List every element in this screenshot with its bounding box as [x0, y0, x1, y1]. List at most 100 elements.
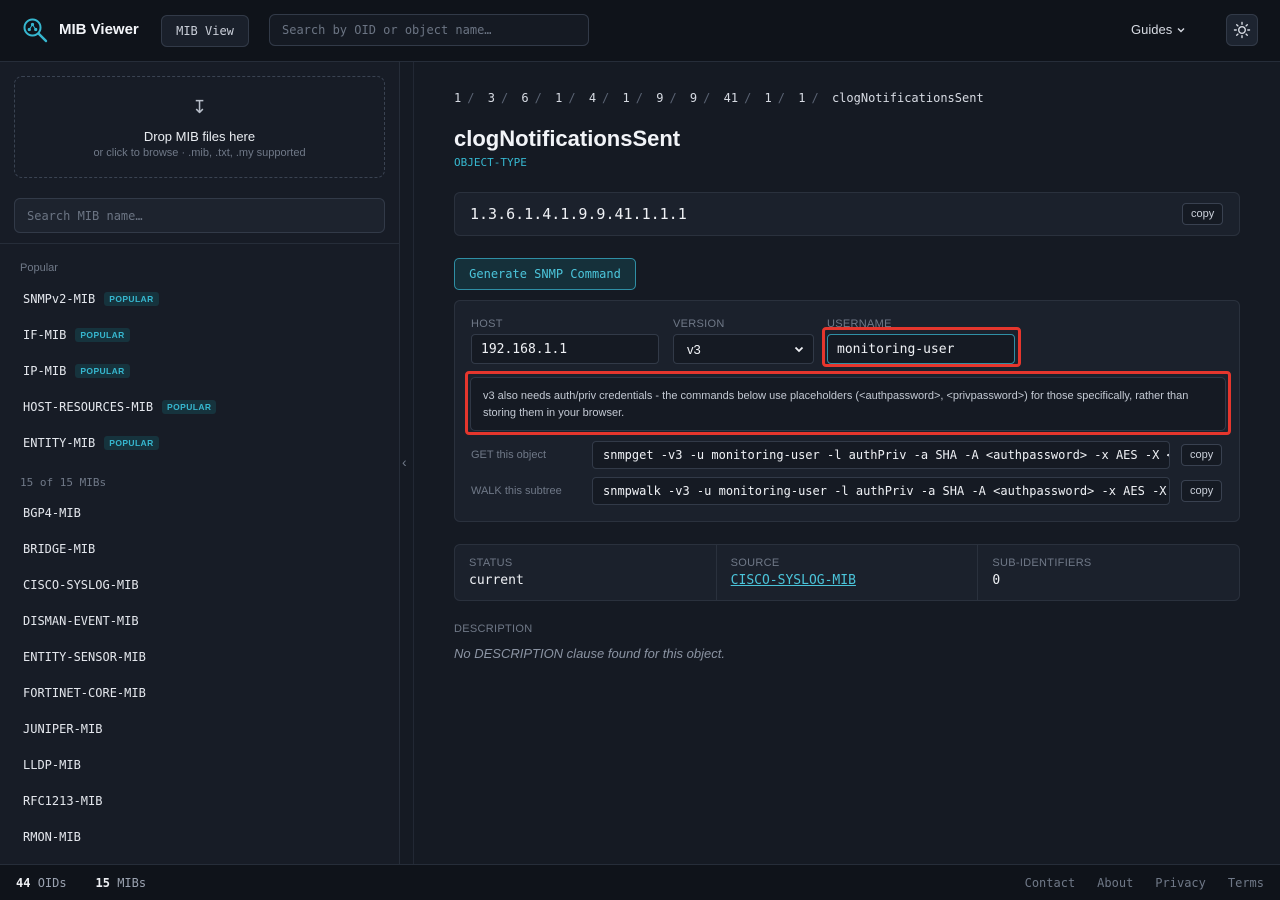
mib-list-item[interactable]: DISMAN-EVENT-MIB — [23, 613, 139, 629]
mib-list-item[interactable]: JUNIPER-MIB — [23, 721, 102, 737]
mib-list-item[interactable]: IF-MIB POPULAR — [23, 327, 130, 343]
footer-link-terms[interactable]: Terms — [1228, 876, 1264, 890]
popular-badge: POPULAR — [75, 364, 130, 378]
breadcrumb-segment[interactable]: 3 — [488, 91, 495, 105]
get-command-label: GET this object — [471, 449, 546, 461]
mib-list-item[interactable]: ENTITY-SENSOR-MIB — [23, 649, 146, 665]
breadcrumb-segment[interactable]: 9 — [656, 91, 663, 105]
mib-name: SNMPv2-MIB — [23, 292, 96, 306]
chevron-down-icon — [794, 346, 804, 353]
mib-list-item[interactable]: RFC1213-MIB — [23, 793, 102, 809]
sidebar-divider — [0, 243, 399, 244]
breadcrumb-segment[interactable]: 1 — [798, 91, 805, 105]
breadcrumb-separator: / — [500, 91, 509, 105]
chevron-left-icon: ‹ — [402, 454, 407, 470]
breadcrumb-current: clogNotificationsSent — [831, 91, 984, 105]
source-cell: SOURCE CISCO-SYSLOG-MIB — [717, 545, 979, 600]
status-cell: STATUS current — [455, 545, 717, 600]
breadcrumb-separator: / — [744, 91, 752, 105]
mib-search-input[interactable] — [14, 198, 385, 233]
mib-list-item[interactable]: CISCO-SYSLOG-MIB — [23, 577, 139, 593]
walk-command-label: WALK this subtree — [471, 485, 562, 497]
sub-identifiers-label: SUB-IDENTIFIERS — [992, 557, 1092, 569]
username-input[interactable] — [827, 334, 1015, 364]
snmp-command-panel: HOST VERSION v3 USERNAME v3 also needs a… — [454, 300, 1240, 522]
breadcrumb-segment[interactable]: 41 — [724, 91, 738, 105]
breadcrumb-segment[interactable]: 1 — [454, 91, 461, 105]
v3-credentials-notice: v3 also needs auth/priv credentials - th… — [470, 377, 1226, 431]
oid-breadcrumb: 1 / 3 / 6 / 1 / 4 / 1 / 9 / 9 / 41 / 1 / 1 / clogNo… — [454, 91, 984, 105]
description-label: DESCRIPTION — [454, 623, 533, 635]
status-footer: 44 OIDs 15 MIBs Contact About Privacy Te… — [0, 864, 1280, 900]
source-label: SOURCE — [730, 557, 780, 569]
theme-toggle-button[interactable] — [1226, 14, 1258, 46]
footer-link-contact[interactable]: Contact — [1025, 876, 1076, 890]
popular-badge: POPULAR — [75, 328, 130, 342]
breadcrumb-segment[interactable]: 1 — [555, 91, 562, 105]
object-name: clogNotificationsSent — [454, 126, 681, 151]
description-text: No DESCRIPTION clause found for this obj… — [454, 646, 725, 661]
source-mib-link[interactable]: CISCO-SYSLOG-MIB — [731, 573, 856, 588]
mib-list-item[interactable]: ENTITY-MIB POPULAR — [23, 435, 159, 451]
breadcrumb-segment[interactable]: 1 — [623, 91, 630, 105]
breadcrumb-separator: / — [467, 91, 475, 105]
mib-count-label: 15 of 15 MIBs — [20, 476, 107, 489]
breadcrumb-segment[interactable]: 4 — [589, 91, 596, 105]
mib-list-item[interactable]: IP-MIB POPULAR — [23, 363, 130, 379]
popular-badge: POPULAR — [162, 400, 217, 414]
download-arrow-icon: ↧ — [191, 97, 208, 117]
sub-identifiers-cell: SUB-IDENTIFIERS 0 — [978, 545, 1239, 600]
version-select[interactable]: v3 — [673, 334, 814, 364]
guides-menu[interactable]: Guides — [1131, 22, 1186, 37]
breadcrumb-segment[interactable]: 6 — [521, 91, 528, 105]
copy-walk-command-button[interactable]: copy — [1181, 480, 1223, 502]
sun-icon — [1233, 21, 1251, 39]
oid-search-input[interactable] — [269, 14, 589, 46]
mib-list-item[interactable]: FORTINET-CORE-MIB — [23, 685, 146, 701]
generate-snmp-command-button[interactable]: Generate SNMP Command — [454, 258, 636, 290]
mib-list-item[interactable]: LLDP-MIB — [23, 757, 81, 773]
breadcrumb-separator: / — [811, 91, 819, 105]
popular-section-label: Popular — [20, 262, 58, 274]
breadcrumb-separator: / — [635, 91, 643, 105]
popular-badge: POPULAR — [104, 436, 159, 450]
version-value: v3 — [687, 341, 701, 357]
breadcrumb-separator: / — [777, 91, 786, 105]
breadcrumb-segment[interactable]: 9 — [690, 91, 697, 105]
breadcrumb-separator: / — [669, 91, 677, 105]
mib-search-logo-icon[interactable] — [22, 17, 48, 43]
mib-dropzone[interactable]: ↧ Drop MIB files here or click to browse… — [14, 76, 385, 178]
walk-command-field[interactable]: snmpwalk -v3 -u monitoring-user -l authP… — [592, 477, 1170, 505]
breadcrumb-separator: / — [568, 91, 576, 105]
footer-stats: 44 OIDs 15 MIBs — [16, 876, 146, 890]
host-input[interactable] — [471, 334, 659, 364]
mib-list-item[interactable]: HOST-RESOURCES-MIB POPULAR — [23, 399, 217, 415]
mib-name: ENTITY-MIB — [23, 436, 96, 450]
footer-link-about[interactable]: About — [1097, 876, 1133, 890]
footer-links: Contact About Privacy Terms — [1025, 876, 1264, 890]
oid-count-label: OIDs — [37, 876, 67, 890]
copy-oid-button[interactable]: copy — [1182, 203, 1224, 225]
status-value: current — [469, 573, 524, 588]
breadcrumb-segment[interactable]: 1 — [765, 91, 772, 105]
breadcrumb-separator: / — [602, 91, 610, 105]
object-metadata: STATUS current SOURCE CISCO-SYSLOG-MIB S… — [454, 544, 1240, 601]
version-label: VERSION — [673, 318, 725, 330]
username-label: USERNAME — [827, 318, 892, 330]
host-label: HOST — [471, 318, 503, 330]
footer-link-privacy[interactable]: Privacy — [1155, 876, 1206, 890]
copy-get-command-button[interactable]: copy — [1181, 444, 1223, 466]
oid-value: 1.3.6.1.4.1.9.9.41.1.1.1 — [470, 205, 687, 223]
mib-list-item[interactable]: SNMPv2-MIB POPULAR — [23, 291, 159, 307]
popular-badge: POPULAR — [104, 292, 159, 306]
get-command-field[interactable]: snmpget -v3 -u monitoring-user -l authPr… — [592, 441, 1170, 469]
mib-count-label: MIBs — [117, 876, 147, 890]
mib-list-item[interactable]: BRIDGE-MIB — [23, 541, 95, 557]
app-title[interactable]: MIB Viewer — [59, 21, 139, 38]
dropzone-subtitle: or click to browse · .mib, .txt, .my sup… — [93, 147, 306, 159]
mib-list-item[interactable]: BGP4-MIB — [23, 505, 81, 521]
sidebar-collapse-handle[interactable]: ‹ — [400, 62, 414, 864]
mib-view-button[interactable]: MIB View — [161, 15, 249, 47]
object-type: OBJECT-TYPE — [454, 156, 527, 169]
mib-list-item[interactable]: RMON-MIB — [23, 829, 81, 845]
